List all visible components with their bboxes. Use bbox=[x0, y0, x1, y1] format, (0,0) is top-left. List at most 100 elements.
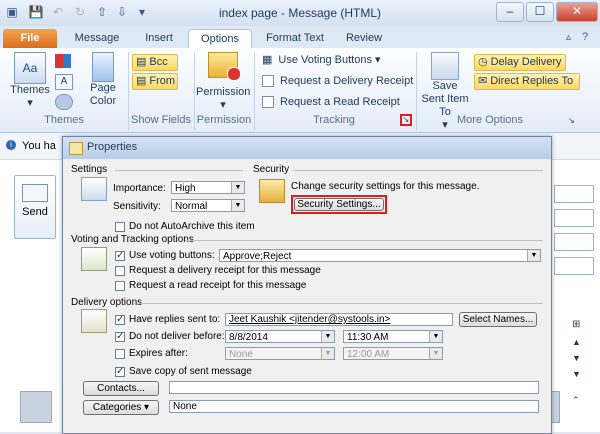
themes-button[interactable]: Aa Themes ▾ bbox=[8, 52, 52, 110]
divider bbox=[115, 170, 243, 171]
bcc-button[interactable]: ▤ Bcc bbox=[132, 54, 178, 71]
dropdown-arrow-icon[interactable]: ▼ bbox=[321, 331, 334, 342]
themes-label: Themes bbox=[10, 84, 50, 96]
select-names-button[interactable]: Select Names... bbox=[459, 312, 537, 327]
tab-options[interactable]: Options bbox=[188, 29, 252, 49]
expires-date: None bbox=[229, 349, 253, 360]
theme-effects-icon[interactable] bbox=[55, 94, 73, 110]
voting-icon bbox=[81, 247, 107, 271]
replies-value: Jeet Kaushik <jitender@systools.in> bbox=[229, 314, 391, 325]
use-voting-label: Use voting buttons: bbox=[129, 250, 215, 261]
lock-icon bbox=[259, 179, 285, 203]
dropdown-arrow-icon[interactable]: ▼ bbox=[231, 200, 244, 211]
to-field[interactable] bbox=[554, 185, 594, 203]
importance-select[interactable]: High ▼ bbox=[171, 181, 245, 194]
scroll-up-icon[interactable]: ▲ bbox=[572, 337, 581, 347]
minimize-button[interactable]: – bbox=[496, 2, 524, 22]
replies-input[interactable]: Jeet Kaushik <jitender@systools.in> bbox=[225, 313, 453, 326]
dropdown-arrow-icon[interactable]: ▼ bbox=[231, 182, 244, 193]
use-voting-checkbox[interactable] bbox=[115, 250, 125, 261]
permission-label: Permission bbox=[196, 86, 251, 98]
categories-button[interactable]: Categories ▾ bbox=[83, 400, 159, 415]
bcc-field[interactable] bbox=[554, 233, 594, 251]
folder-save-icon bbox=[431, 52, 459, 80]
ribbon-tabs: File Message Insert Options Format Text … bbox=[0, 26, 600, 49]
tab-review[interactable]: Review bbox=[338, 29, 390, 48]
tab-insert[interactable]: Insert bbox=[130, 29, 188, 48]
save-copy-label: Save copy of sent message bbox=[129, 366, 252, 377]
tab-file[interactable]: File bbox=[3, 29, 57, 48]
voting-select[interactable]: Approve;Reject ▼ bbox=[219, 249, 541, 262]
delay-delivery-label: Delay Delivery bbox=[490, 56, 562, 68]
close-button[interactable]: ✕ bbox=[556, 2, 598, 22]
clock-icon: ◷ bbox=[478, 56, 488, 68]
send-button[interactable]: Send bbox=[14, 175, 56, 239]
use-voting-buttons[interactable]: ▦ Use Voting Buttons ▾ bbox=[262, 54, 381, 67]
expires-label: Expires after: bbox=[129, 348, 188, 359]
title-bar: ▣ 💾 ↶ ↻ ⇧ ⇩ ▾ index page - Message (HTML… bbox=[0, 0, 600, 27]
theme-colors-icon[interactable] bbox=[55, 54, 71, 68]
checkbox[interactable] bbox=[262, 75, 274, 88]
subject-field[interactable] bbox=[554, 257, 594, 275]
contacts-input[interactable] bbox=[169, 381, 539, 394]
expand-icon[interactable]: ⌃ bbox=[572, 395, 580, 406]
categories-input[interactable]: None bbox=[169, 400, 539, 413]
delivery-receipt-checkbox[interactable] bbox=[115, 266, 125, 276]
dialog-launcher-icon[interactable]: ↘ bbox=[400, 114, 412, 126]
themes-group-label: Themes bbox=[44, 114, 84, 126]
properties-dialog: Properties Settings Importance: High ▼ Se… bbox=[62, 136, 552, 434]
bcc-label: Bcc bbox=[149, 56, 168, 68]
help-icon[interactable]: ? bbox=[582, 31, 588, 43]
bcc-icon: ▤ bbox=[136, 56, 147, 68]
info-icon: i bbox=[6, 140, 16, 150]
maximize-button[interactable]: ☐ bbox=[526, 2, 554, 22]
scroll-icon[interactable]: ⊞ bbox=[572, 319, 580, 330]
not-before-date-select[interactable]: 8/8/2014 ▼ bbox=[225, 330, 335, 343]
expires-time-select[interactable]: 12:00 AM ▼ bbox=[343, 347, 443, 360]
contacts-button[interactable]: Contacts... bbox=[83, 381, 159, 396]
page-color-button[interactable]: Page Color bbox=[84, 52, 122, 108]
theme-fonts-icon[interactable]: A bbox=[55, 74, 73, 90]
scroll-down-icon[interactable]: ▼ bbox=[572, 369, 581, 379]
ribbon: Aa Themes ▾ A Page Color Themes ▤ Bcc ▤ Fr… bbox=[0, 48, 600, 133]
not-before-label: Do not deliver before: bbox=[129, 331, 225, 342]
scroll-down-icon[interactable]: ▼ bbox=[572, 353, 581, 363]
not-before-time-select[interactable]: 11:30 AM ▼ bbox=[343, 330, 443, 343]
delay-delivery-button[interactable]: ◷ Delay Delivery bbox=[474, 54, 566, 71]
read-receipt-checkbox[interactable] bbox=[115, 281, 125, 291]
tab-format-text[interactable]: Format Text bbox=[256, 29, 334, 48]
cc-field[interactable] bbox=[554, 209, 594, 227]
security-settings-button[interactable]: Security Settings... bbox=[294, 198, 384, 211]
replies-checkbox[interactable] bbox=[115, 314, 125, 325]
categories-value: None bbox=[173, 401, 197, 412]
dropdown-arrow-icon[interactable]: ▼ bbox=[429, 331, 442, 342]
dialog-launcher-icon[interactable]: ↘ bbox=[568, 116, 575, 125]
direct-replies-button[interactable]: ✉ Direct Replies To bbox=[474, 73, 580, 90]
checkbox[interactable] bbox=[262, 96, 274, 109]
voting-icon: ▦ bbox=[262, 54, 273, 66]
avatar bbox=[20, 391, 52, 423]
dropdown-arrow-icon[interactable]: ▼ bbox=[429, 348, 442, 359]
save-copy-checkbox[interactable] bbox=[115, 366, 125, 377]
request-delivery-label: Request a Delivery Receipt bbox=[280, 75, 414, 87]
dropdown-arrow-icon[interactable]: ▼ bbox=[321, 348, 334, 359]
permission-button[interactable]: Permission ▾ bbox=[196, 52, 250, 112]
page-color-label: Page Color bbox=[89, 82, 117, 107]
request-read-checkbox[interactable]: Request a Read Receipt bbox=[262, 96, 400, 109]
minimize-ribbon-icon[interactable]: ▵ bbox=[566, 32, 571, 43]
tracking-group-label: Tracking bbox=[313, 114, 355, 126]
importance-value: High bbox=[175, 183, 196, 194]
not-before-checkbox[interactable] bbox=[115, 331, 125, 342]
dropdown-arrow-icon: ▾ bbox=[144, 402, 150, 413]
send-label: Send bbox=[22, 206, 48, 218]
from-button[interactable]: ▤ From bbox=[132, 73, 178, 90]
request-delivery-checkbox[interactable]: Request a Delivery Receipt bbox=[262, 75, 413, 88]
expires-date-select[interactable]: None ▼ bbox=[225, 347, 335, 360]
sensitivity-select[interactable]: Normal ▼ bbox=[171, 199, 245, 212]
divider bbox=[139, 303, 543, 304]
dropdown-arrow-icon[interactable]: ▼ bbox=[527, 250, 540, 261]
expires-checkbox[interactable] bbox=[115, 349, 125, 359]
tab-message[interactable]: Message bbox=[66, 29, 128, 48]
request-read-label: Request a Read Receipt bbox=[280, 96, 400, 108]
autoarchive-checkbox[interactable] bbox=[115, 222, 125, 232]
